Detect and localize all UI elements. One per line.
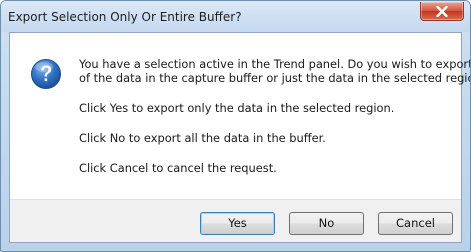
cancel-button[interactable]: Cancel bbox=[378, 212, 453, 235]
no-button[interactable]: No bbox=[289, 212, 364, 235]
cancel-hint-text: Click Cancel to cancel the request. bbox=[79, 161, 277, 175]
close-icon bbox=[436, 6, 448, 17]
message-line-1: You have a selection active in the Trend… bbox=[79, 57, 471, 71]
message-line-2: of the data in the capture buffer or jus… bbox=[79, 71, 471, 85]
yes-hint-text: Click Yes to export only the data in the… bbox=[79, 101, 395, 115]
question-mark-icon bbox=[31, 59, 61, 89]
close-button[interactable] bbox=[420, 2, 464, 21]
dialog-window: Export Selection Only Or Entire Buffer? bbox=[0, 0, 471, 252]
message-area: You have a selection active in the Trend… bbox=[10, 33, 471, 193]
button-bar: Yes No Cancel bbox=[10, 199, 461, 242]
message-text: You have a selection active in the Trend… bbox=[79, 57, 471, 175]
yes-button[interactable]: Yes bbox=[200, 212, 275, 235]
dialog-title: Export Selection Only Or Entire Buffer? bbox=[8, 10, 242, 24]
title-bar[interactable]: Export Selection Only Or Entire Buffer? bbox=[1, 1, 470, 32]
no-hint-text: Click No to export all the data in the b… bbox=[79, 131, 326, 145]
dialog-client-area: You have a selection active in the Trend… bbox=[9, 32, 471, 243]
